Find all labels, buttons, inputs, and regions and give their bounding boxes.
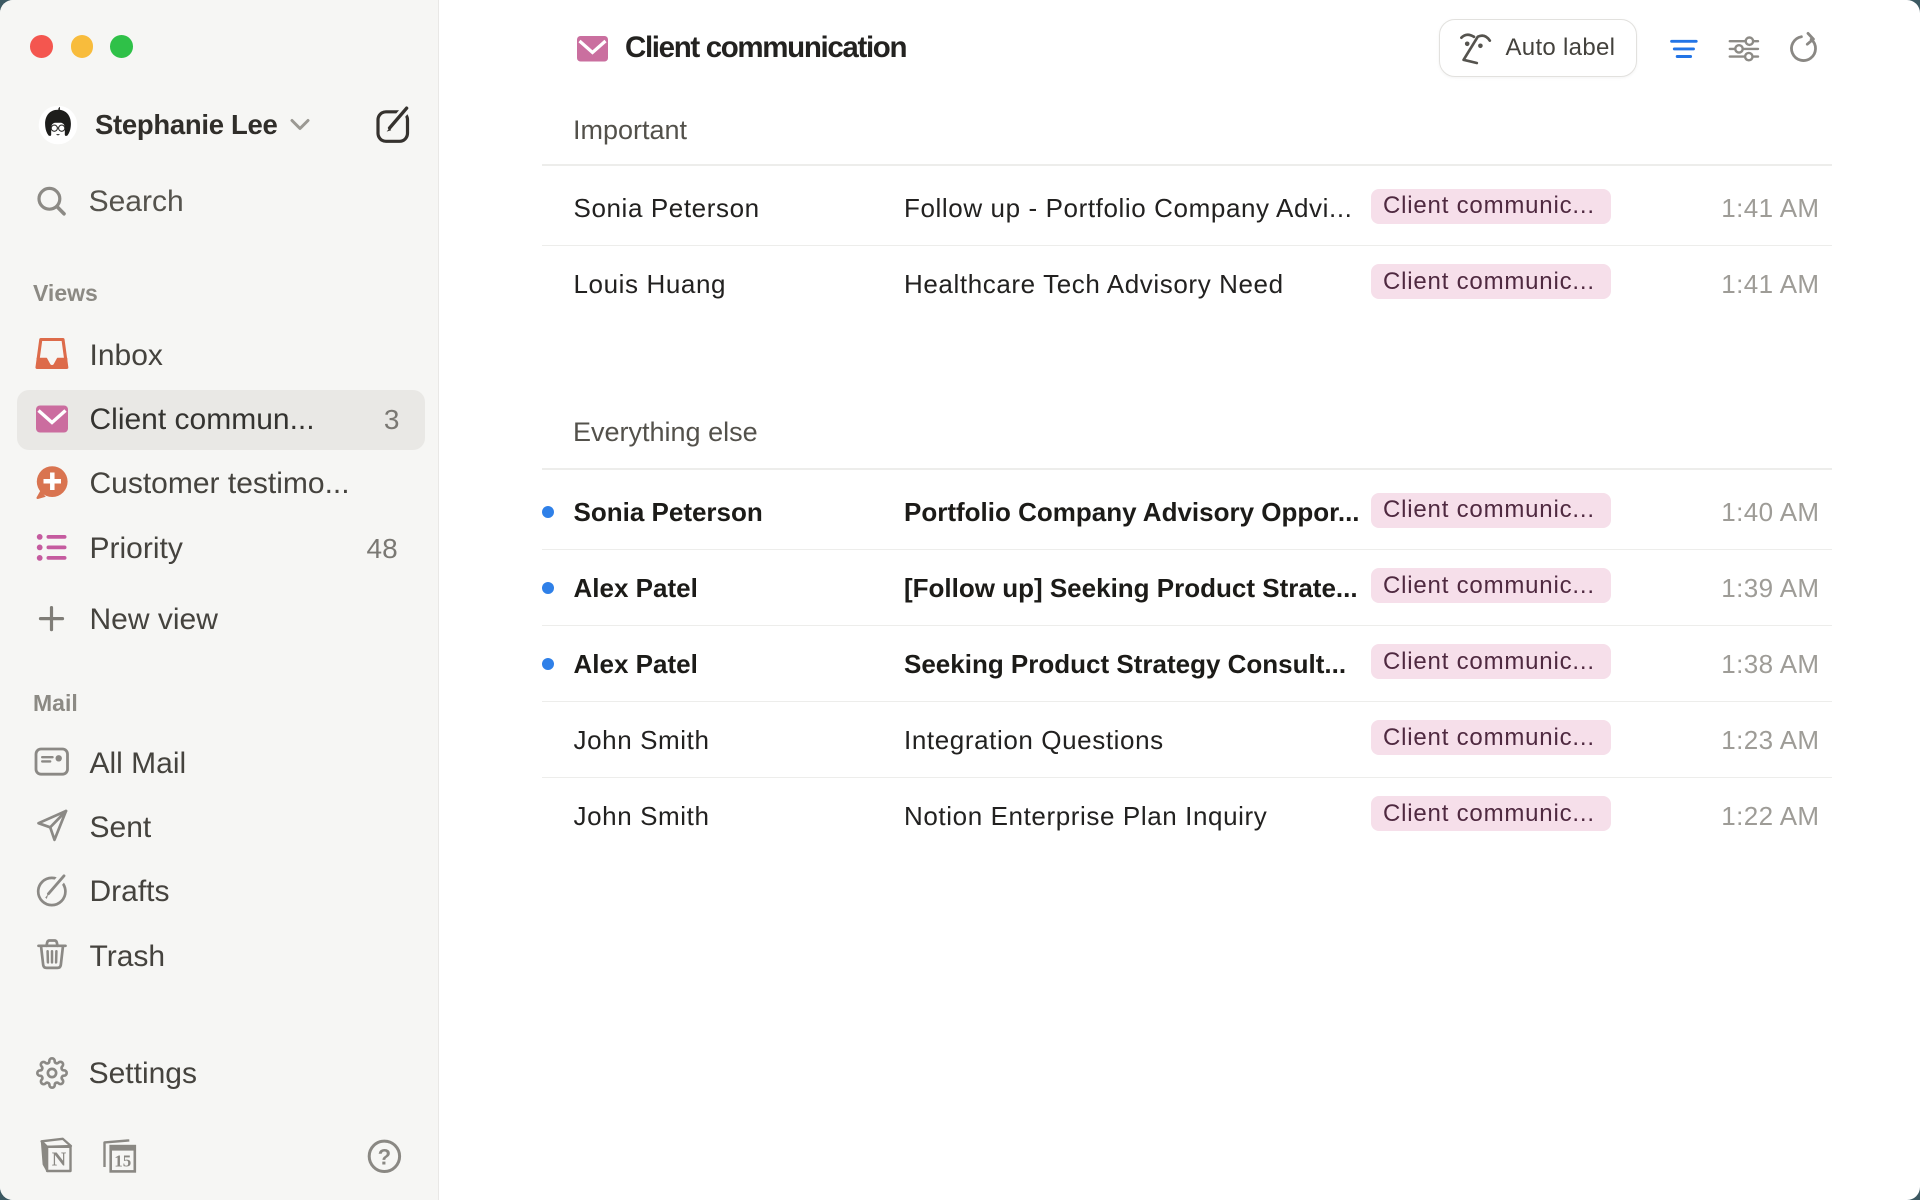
svg-text:?: ?	[378, 1144, 391, 1169]
svg-text:N: N	[52, 1149, 67, 1171]
svg-text:15: 15	[114, 1152, 131, 1171]
